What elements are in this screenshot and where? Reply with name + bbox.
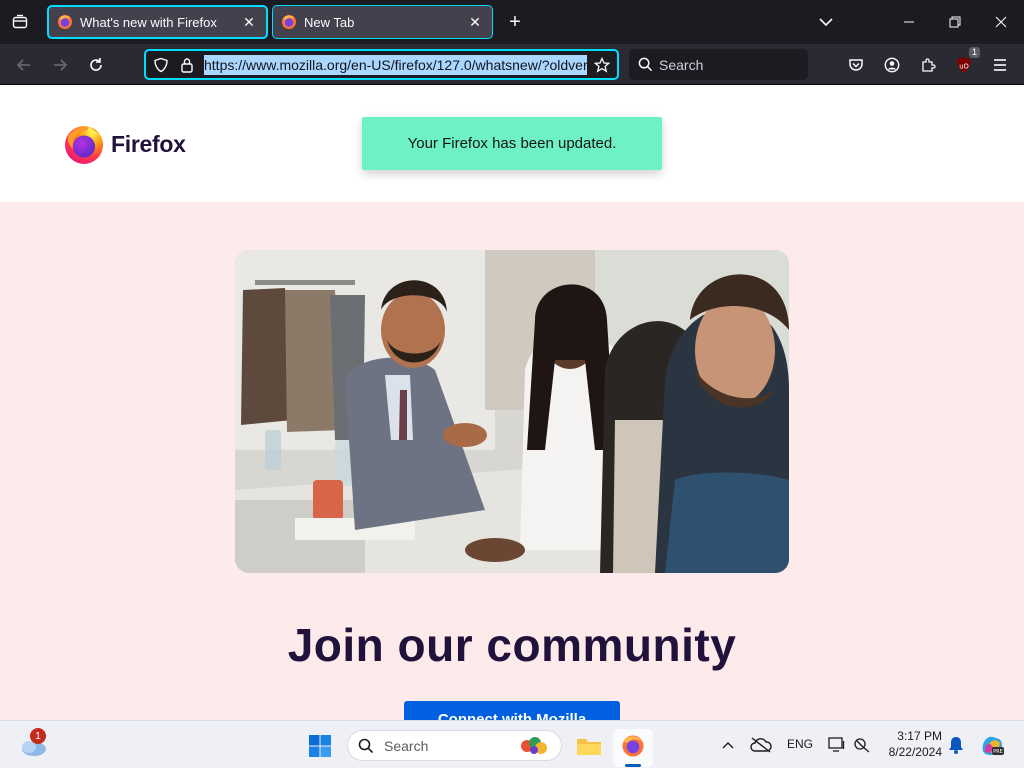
window-close-icon[interactable]: [978, 6, 1024, 38]
pocket-icon[interactable]: [843, 52, 869, 78]
svg-text:uO: uO: [959, 62, 969, 70]
firefox-taskbar-icon: [622, 735, 644, 757]
firefox-favicon: [281, 14, 297, 30]
onedrive-icon[interactable]: [749, 734, 773, 756]
community-section: Join our community Connect with Mozilla: [0, 202, 1024, 720]
community-photo: [235, 250, 789, 573]
url-bar[interactable]: https://www.mozilla.org/en-US/firefox/12…: [144, 49, 619, 80]
page-heading: Join our community: [287, 619, 737, 671]
display-icon[interactable]: [826, 735, 848, 755]
close-icon[interactable]: ✕: [240, 13, 258, 31]
update-notice-text: Your Firefox has been updated.: [407, 135, 617, 152]
back-icon[interactable]: [11, 52, 37, 78]
tab-title: What's new with Firefox: [80, 14, 217, 30]
bell-icon[interactable]: [946, 735, 966, 755]
minimize-icon[interactable]: [886, 6, 932, 38]
windows-start-icon[interactable]: [307, 733, 333, 759]
restore-icon[interactable]: [932, 6, 978, 38]
taskbar-search-placeholder: Search: [384, 737, 429, 754]
tab-title: New Tab: [304, 14, 355, 30]
tab-new-tab[interactable]: New Tab ✕: [272, 5, 493, 39]
logo-wordmark: Firefox: [111, 130, 186, 157]
firefox-logo[interactable]: Firefox: [63, 123, 186, 165]
extension-badge: 1: [968, 47, 980, 58]
page-content: Firefox Your Firefox has been updated. J…: [0, 85, 1024, 720]
tab-strip: What's new with Firefox ✕ New Tab ✕ +: [0, 0, 1024, 44]
chevron-up-icon[interactable]: [718, 735, 738, 755]
chevron-down-icon[interactable]: [815, 10, 837, 34]
star-icon[interactable]: [591, 54, 613, 76]
clock-time: 3:17 PM: [897, 729, 942, 743]
windows-taskbar: 1 Search ENG 3:17 PM 8/22/2024 PRE: [0, 720, 1024, 768]
tab-whats-new[interactable]: What's new with Firefox ✕: [47, 5, 268, 39]
connect-with-mozilla-button[interactable]: Connect with Mozilla: [404, 701, 620, 720]
menu-icon[interactable]: [987, 52, 1013, 78]
url-input[interactable]: https://www.mozilla.org/en-US/firefox/12…: [204, 54, 587, 75]
search-bar[interactable]: Search: [629, 49, 808, 80]
account-icon[interactable]: [879, 52, 905, 78]
search-placeholder: Search: [659, 56, 704, 73]
lock-icon[interactable]: [176, 54, 198, 76]
file-explorer-icon[interactable]: [574, 731, 604, 761]
list-all-tabs-icon[interactable]: [8, 10, 32, 34]
copilot-icon[interactable]: PRE: [978, 732, 1006, 758]
firefox-favicon: [57, 14, 73, 30]
site-header: Firefox Your Firefox has been updated.: [0, 85, 1024, 202]
plus-icon[interactable]: +: [503, 10, 527, 34]
search-icon: [638, 57, 653, 72]
language-indicator[interactable]: ENG: [787, 737, 813, 751]
active-indicator: [625, 764, 641, 767]
taskbar-search[interactable]: Search: [347, 730, 562, 761]
update-notice: Your Firefox has been updated.: [362, 117, 662, 170]
svg-text:PRE: PRE: [993, 749, 1003, 755]
shield-icon[interactable]: [150, 54, 172, 76]
search-icon: [358, 738, 374, 754]
navigation-toolbar: https://www.mozilla.org/en-US/firefox/12…: [0, 44, 1024, 85]
search-highlight-icon: [519, 735, 549, 757]
ublock-icon[interactable]: uO 1: [951, 47, 980, 78]
weather-badge: 1: [30, 728, 46, 744]
clock-date: 8/22/2024: [888, 745, 942, 759]
reload-icon[interactable]: [83, 52, 109, 78]
forward-icon[interactable]: [47, 52, 73, 78]
extensions-icon[interactable]: [915, 52, 941, 78]
network-icon[interactable]: [851, 735, 873, 755]
firefox-logo-icon: [65, 126, 103, 164]
firefox-taskbar-button[interactable]: [613, 729, 653, 767]
system-clock[interactable]: 3:17 PM 8/22/2024: [878, 728, 942, 760]
close-icon[interactable]: ✕: [466, 13, 484, 31]
